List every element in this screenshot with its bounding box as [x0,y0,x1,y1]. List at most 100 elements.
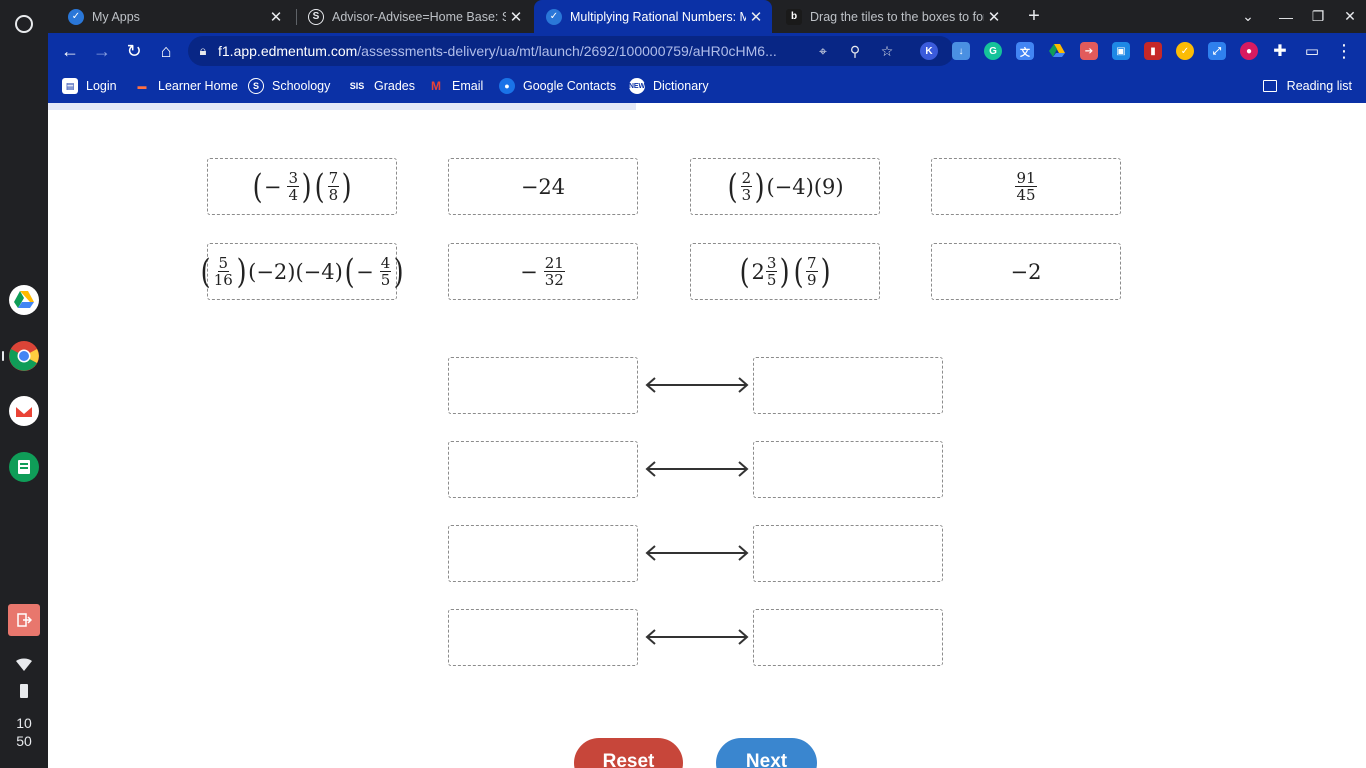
expression-text: − [356,259,374,284]
reload-icon[interactable]: ↻ [118,35,150,67]
new-tab-button[interactable]: + [1018,0,1050,33]
extension-check-icon[interactable]: ✓ [1176,42,1194,60]
tab-search-chevron-icon[interactable]: ⌄ [1232,0,1264,33]
bookmark-google-contacts[interactable]: ● Google Contacts [499,75,616,97]
edmentum-icon: ✓ [546,8,562,25]
google-drive-icon[interactable] [8,284,40,316]
bookmark-star-icon[interactable]: ☆ [876,40,898,62]
tab-multiplying-rational-numbers[interactable]: ✓ Multiplying Rational Numbers: M ✕ [534,0,772,33]
minimize-icon[interactable]: — [1270,0,1302,33]
more-menu-icon[interactable]: ⋮ [1328,35,1360,67]
grammarly-icon[interactable]: G [984,42,1002,60]
chrome-icon[interactable] [8,340,40,372]
parenthesis: ) [754,166,765,207]
back-arrow-icon[interactable]: ← [54,35,86,67]
next-button[interactable]: Next [716,738,817,768]
wifi-icon[interactable] [16,658,32,677]
close-icon[interactable]: ✕ [746,7,766,27]
extension-download-icon[interactable]: ↓ [952,42,970,60]
tile-expression: (5 16) (−2)(−4)(−4 5) [199,255,406,289]
fraction: 21 32 [543,255,565,288]
tile-expression: 91 45 [1014,170,1037,203]
drive-extension-icon[interactable] [1048,42,1066,60]
parenthesis: ) [780,251,791,292]
clock-hour: 10 [16,715,32,731]
home-icon[interactable]: ⌂ [150,35,182,67]
bookmark-dictionary[interactable]: NEW Dictionary [629,75,709,97]
tab-my-apps[interactable]: ✓ My Apps ✕ [56,0,292,33]
bookmark-label: Google Contacts [523,79,617,93]
extension-red-icon[interactable]: ▮ [1144,42,1162,60]
bookmark-learner-home[interactable]: ▬ Learner Home [134,75,238,97]
dictionary-icon: NEW [629,78,645,94]
url-path: /assessments-delivery/ua/mt/launch/2692/… [357,43,777,59]
reset-button[interactable]: Reset [574,738,683,768]
fraction: 45 [379,254,392,289]
bookmark-grades[interactable]: SIS Grades [348,75,415,97]
gmail-icon[interactable] [8,395,40,427]
launcher-icon[interactable] [8,8,40,40]
bookmark-schoology[interactable]: S Schoology [248,75,330,97]
answer-tile[interactable]: −21 32 [448,243,638,300]
lock-icon[interactable]: 🔒︎ [188,43,218,59]
parenthesis: ) [301,166,312,207]
extension-screen-icon[interactable]: ▣ [1112,42,1130,60]
extension-k-icon[interactable]: K [920,42,938,60]
extensions-puzzle-icon[interactable]: ✚ [1264,35,1296,67]
parenthesis: ) [393,251,404,292]
extension-arrow-icon[interactable]: ➔ [1080,42,1098,60]
answer-tile[interactable]: (2 3 5)(7 9) [690,243,880,300]
answer-tile[interactable]: −24 [448,158,638,215]
drop-target-left[interactable] [448,525,638,582]
numerator: 4 [379,254,392,272]
close-icon[interactable]: ✕ [984,7,1004,27]
battery-icon[interactable] [20,684,28,698]
drop-target-right[interactable] [753,609,943,666]
drop-target-right[interactable] [753,357,943,414]
double-arrow-icon [645,377,749,393]
extension-resize-icon[interactable]: ⤢ [1208,42,1226,60]
drop-target-right[interactable] [753,441,943,498]
browser-toolbar: ← → ↻ ⌂ 🔒︎ f1.app.edmentum.com/assessmen… [48,33,1366,69]
bookmark-label: Learner Home [158,79,238,93]
close-icon[interactable]: ✕ [266,7,286,27]
schoology-icon: S [248,78,264,94]
answer-tile[interactable]: −2 [931,243,1121,300]
parenthesis: ) [341,166,352,207]
answer-tile[interactable]: (−3 4)(7 8) [207,158,397,215]
cast-icon[interactable]: ▭ [1296,35,1328,67]
extension-record-icon[interactable]: ● [1240,42,1258,60]
drop-target-right[interactable] [753,525,943,582]
clock[interactable]: 10 50 [0,714,48,750]
denominator: 8 [328,186,339,204]
location-pin-icon[interactable]: ⌖ [812,40,834,62]
answer-tile[interactable]: 91 45 [931,158,1121,215]
bookmark-login[interactable]: ▤ Login [62,75,117,97]
denominator: 5 [380,271,391,289]
bookmark-email[interactable]: M Email [428,75,483,97]
double-arrow-icon [645,545,749,561]
sheets-icon[interactable] [8,451,40,483]
drop-target-left[interactable] [448,441,638,498]
drop-target-left[interactable] [448,609,638,666]
address-bar[interactable]: 🔒︎ f1.app.edmentum.com/assessments-deliv… [188,36,954,66]
window-close-icon[interactable]: ✕ [1334,0,1366,33]
fraction: 91 45 [1015,170,1037,203]
translate-icon[interactable]: 文 [1016,42,1034,60]
maximize-icon[interactable]: ❐ [1302,0,1334,33]
tile-expression: (−3 4)(7 8) [251,170,354,204]
answer-tile[interactable]: (5 16) (−2)(−4)(−4 5) [200,243,404,300]
bookmark-app-icon: ▤ [62,78,78,94]
answer-tile[interactable]: (2 3) (−4)(9) [690,158,880,215]
reading-list-button[interactable]: Reading list [1262,75,1352,97]
tab-drag-the-tiles[interactable]: b Drag the tiles to the boxes to for ✕ [774,0,1010,33]
tile-expression: −24 [521,175,565,199]
sign-out-icon[interactable] [8,604,40,636]
tile-expression: −2 [1011,260,1042,284]
forward-arrow-icon[interactable]: → [86,35,118,67]
zoom-icon[interactable]: ⚲ [844,40,866,62]
drop-target-left[interactable] [448,357,638,414]
tab-advisor-advisee[interactable]: S Advisor-Advisee=Home Base: Se ✕ [296,0,532,33]
url-text[interactable]: f1.app.edmentum.com/assessments-delivery… [218,43,798,59]
close-icon[interactable]: ✕ [506,7,526,27]
